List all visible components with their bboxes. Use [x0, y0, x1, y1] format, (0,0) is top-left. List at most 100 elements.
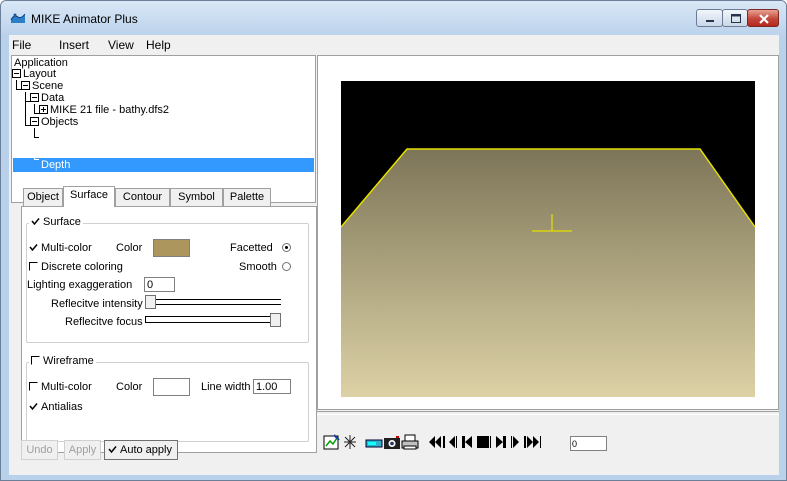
- surface-checkbox[interactable]: [31, 217, 40, 226]
- lighting-exaggeration-input[interactable]: [144, 277, 175, 292]
- checkmark-icon: [29, 403, 38, 411]
- close-icon: [759, 14, 769, 24]
- print-icon[interactable]: [401, 433, 419, 451]
- close-button[interactable]: [747, 9, 779, 27]
- reflective-focus-track-end: [145, 316, 146, 323]
- playback-toolbar: [317, 415, 779, 475]
- snapshot-icon[interactable]: [383, 433, 401, 451]
- collapse-icon[interactable]: [12, 69, 21, 78]
- frame-number-input[interactable]: [570, 436, 607, 451]
- reflective-intensity-track-top: [145, 299, 281, 300]
- discrete-coloring-checkbox[interactable]: [29, 262, 38, 271]
- antialias-checkbox[interactable]: [29, 402, 38, 411]
- wireframe-checkbox[interactable]: [31, 356, 40, 365]
- apply-button[interactable]: Apply: [64, 440, 101, 460]
- surface-group: Surface Multi-color Color Facetted Discr…: [26, 216, 309, 343]
- tree-node-layout[interactable]: Layout: [12, 68, 56, 80]
- tree-line: [34, 137, 39, 138]
- tree-node-depth[interactable]: Depth: [41, 159, 70, 171]
- maximize-icon: [731, 14, 741, 23]
- undo-button[interactable]: Undo: [21, 440, 58, 460]
- reflective-intensity-label: Reflecitve intensity: [51, 298, 143, 310]
- asterisk-icon[interactable]: [342, 433, 358, 451]
- checkmark-icon: [31, 218, 40, 226]
- bathymetry-surface: [341, 149, 755, 397]
- checkbox-box-icon: [29, 262, 38, 271]
- wireframe-group: Wireframe Multi-color Color Line width A…: [26, 355, 309, 442]
- collapse-icon[interactable]: [30, 117, 39, 126]
- faceted-radio[interactable]: [282, 243, 291, 252]
- reflective-intensity-track[interactable]: [145, 304, 281, 305]
- checkmark-icon: [108, 446, 117, 454]
- multicolor-checkbox[interactable]: [29, 243, 38, 252]
- menu-file[interactable]: File: [12, 38, 31, 52]
- menu-help[interactable]: Help: [146, 38, 171, 52]
- scene-viewer[interactable]: [317, 55, 779, 410]
- tree-line: [34, 159, 39, 160]
- first-frame-icon[interactable]: [460, 433, 474, 451]
- line-width-input[interactable]: [253, 379, 291, 394]
- tab-surface[interactable]: Surface: [63, 186, 115, 207]
- tree-node-mike21-file[interactable]: MIKE 21 file - bathy.dfs2: [39, 104, 169, 116]
- multicolor-label: Multi-color: [41, 242, 92, 254]
- menu-bar: File Insert View Help: [9, 35, 779, 54]
- tree-node-label: Depth: [41, 159, 71, 171]
- menu-insert[interactable]: Insert: [59, 38, 89, 52]
- tab-object[interactable]: Object: [23, 188, 63, 207]
- color-label: Color: [116, 242, 143, 254]
- tree-node-label: Layout: [23, 68, 57, 80]
- tab-symbol[interactable]: Symbol: [170, 188, 223, 207]
- antialias-option[interactable]: Antialias: [29, 401, 83, 413]
- surface-legend[interactable]: Surface: [29, 216, 83, 228]
- wireframe-multicolor-checkbox[interactable]: [29, 382, 38, 391]
- faceted-label: Facetted: [230, 242, 273, 254]
- layout-tree[interactable]: Application Layout Scene Data MIKE 21 fi…: [11, 55, 316, 203]
- reflective-focus-track[interactable]: [145, 322, 281, 323]
- tab-contour[interactable]: Contour: [115, 188, 170, 207]
- app-logo-icon: [10, 13, 26, 23]
- multicolor-option[interactable]: Multi-color: [29, 242, 92, 254]
- auto-apply-checkbox[interactable]: [108, 445, 117, 454]
- minimize-button[interactable]: [696, 9, 723, 27]
- discrete-coloring-option[interactable]: Discrete coloring: [29, 261, 123, 273]
- surface-color-swatch[interactable]: [153, 239, 190, 257]
- reflective-focus-label: Reflecitve focus: [65, 316, 143, 328]
- wireframe-color-label: Color: [116, 381, 143, 393]
- tree-node-label: MIKE 21 file - bathy.dfs2: [50, 104, 170, 116]
- wireframe-multicolor-option[interactable]: Multi-color: [29, 381, 92, 393]
- menu-view[interactable]: View: [108, 38, 134, 52]
- tree-node-objects[interactable]: Objects: [30, 116, 78, 128]
- smooth-radio[interactable]: [282, 262, 291, 271]
- bathymetry-3d-view[interactable]: [341, 81, 755, 397]
- camera-icon[interactable]: [365, 433, 383, 451]
- expand-icon[interactable]: [39, 105, 48, 114]
- last-frame-icon[interactable]: [494, 433, 508, 451]
- surface-legend-label: Surface: [43, 216, 81, 228]
- client-area: File Insert View Help Application Layout: [9, 35, 779, 475]
- stop-icon[interactable]: [475, 433, 491, 451]
- tree-line: [25, 92, 26, 126]
- tree-node-label: Data: [41, 92, 65, 104]
- step-forward-icon[interactable]: [510, 433, 522, 451]
- reflective-intensity-thumb[interactable]: [145, 295, 156, 309]
- tab-palette[interactable]: Palette: [223, 188, 271, 207]
- auto-apply-option[interactable]: Auto apply: [104, 440, 178, 460]
- step-back-icon[interactable]: [446, 433, 458, 451]
- reflective-focus-thumb[interactable]: [270, 313, 281, 327]
- wireframe-legend[interactable]: Wireframe: [29, 355, 96, 367]
- title-bar[interactable]: MIKE Animator Plus: [1, 1, 786, 35]
- fast-forward-icon[interactable]: [523, 433, 543, 451]
- maximize-button[interactable]: [722, 9, 748, 27]
- discrete-coloring-label: Discrete coloring: [41, 261, 123, 273]
- rewind-icon[interactable]: [428, 433, 446, 451]
- checkmark-icon: [29, 244, 38, 252]
- tree-node-data[interactable]: Data: [30, 92, 64, 104]
- lighting-exaggeration-label: Lighting exaggeration: [27, 279, 133, 291]
- collapse-icon[interactable]: [21, 81, 30, 90]
- surface-tab-page: Surface Multi-color Color Facetted Discr…: [21, 206, 317, 453]
- auto-apply-label: Auto apply: [120, 444, 172, 456]
- chart-icon[interactable]: [323, 433, 341, 451]
- collapse-icon[interactable]: [30, 93, 39, 102]
- tree-node-scene[interactable]: Scene: [21, 80, 63, 92]
- wireframe-color-swatch[interactable]: [153, 378, 190, 396]
